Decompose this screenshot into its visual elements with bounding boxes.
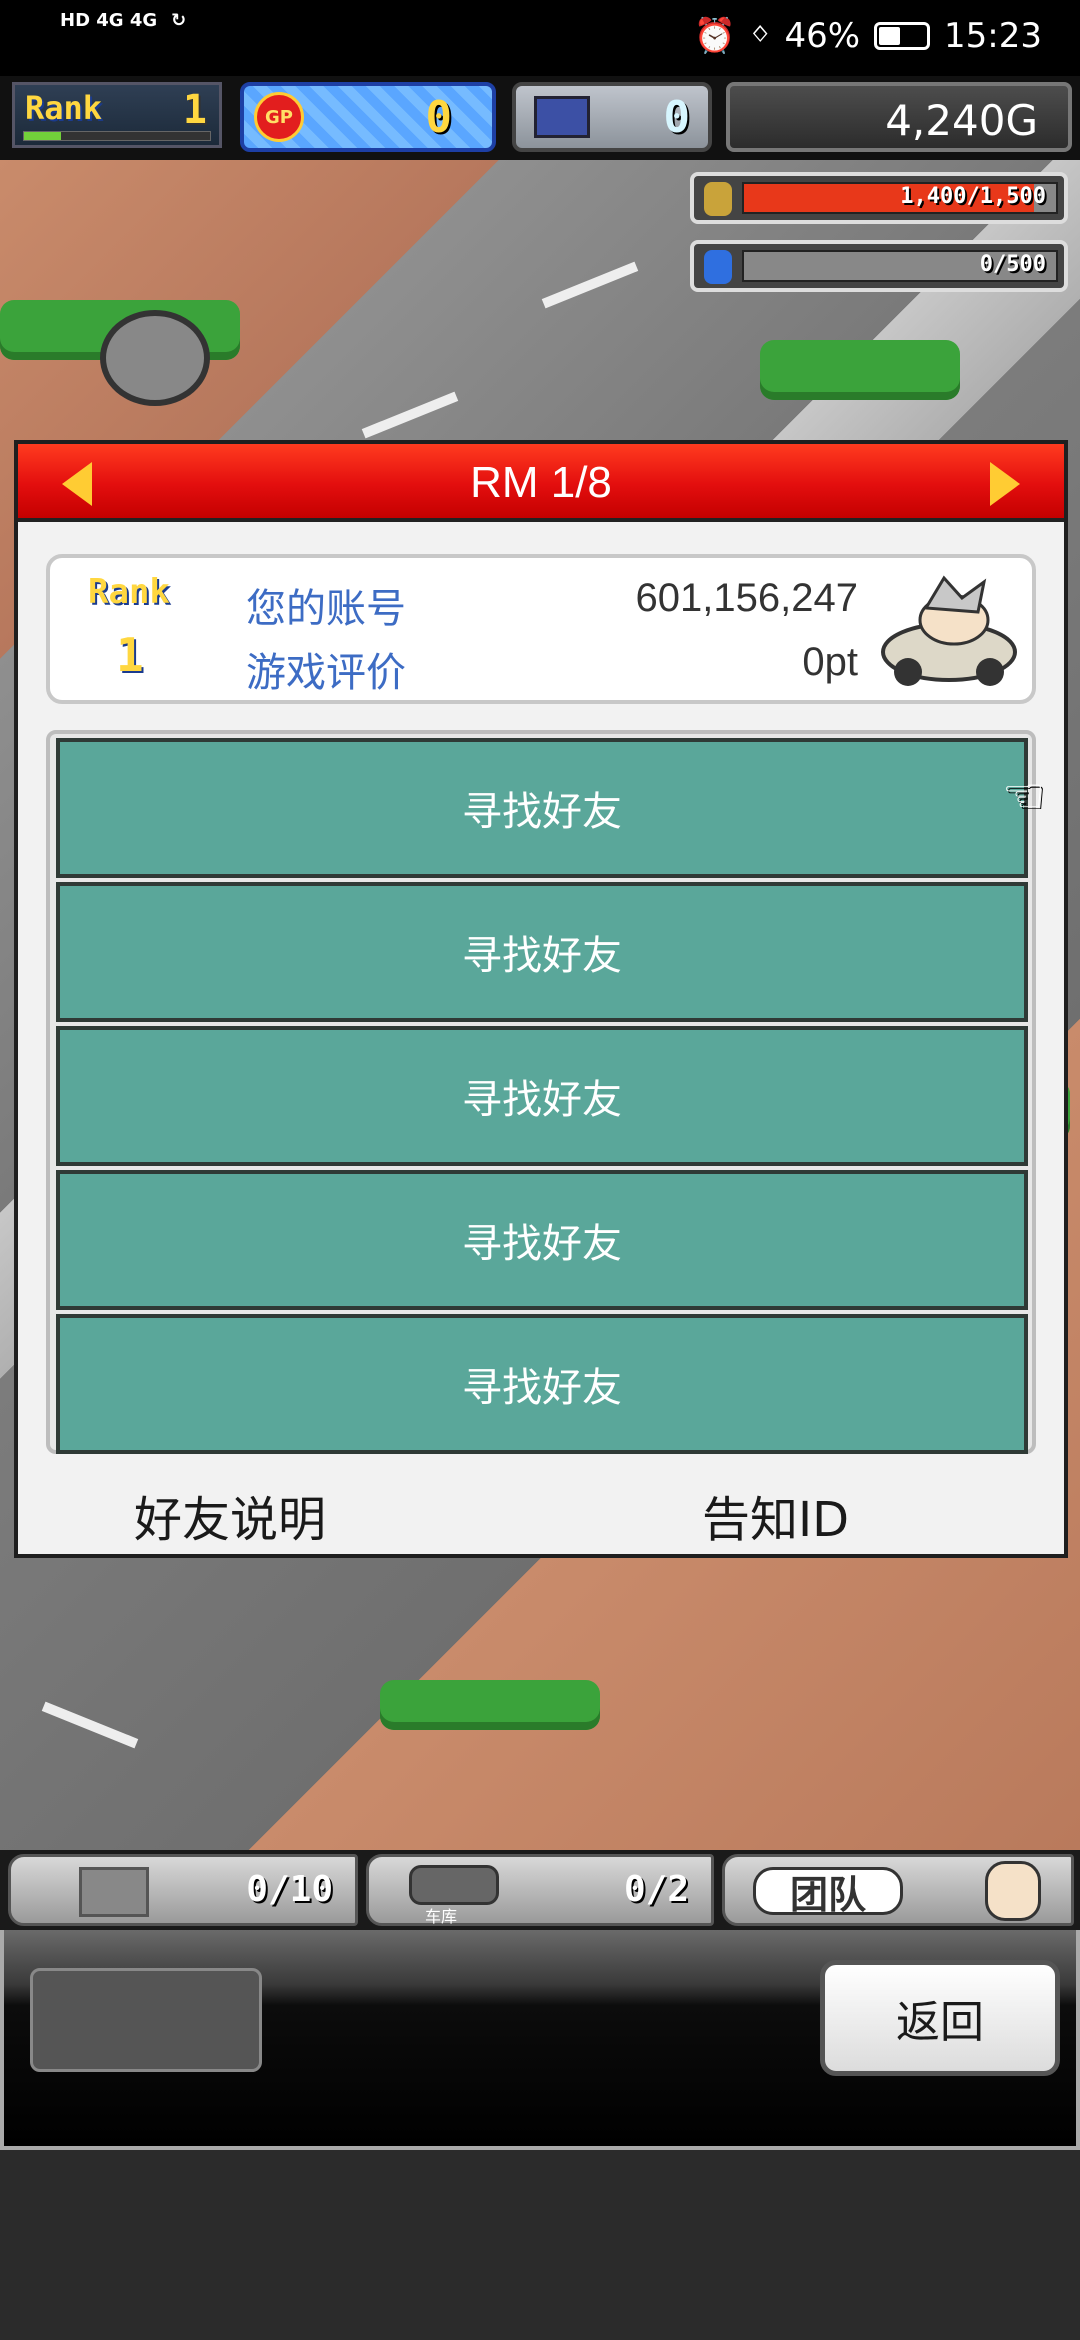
status-bar: HD 4G 4G ↻ ⏰ ᛜ 46% 15:23: [0, 0, 1080, 76]
battery-percent: 46%: [784, 16, 861, 56]
fuel-can-icon: [704, 182, 732, 216]
info-rank-value: 1: [116, 628, 144, 682]
find-friend-button[interactable]: 寻找好友: [56, 738, 1028, 878]
gp-box[interactable]: GP 0: [240, 82, 496, 152]
gp-coin-icon: GP: [254, 92, 304, 142]
find-friend-button[interactable]: 寻找好友: [56, 1314, 1028, 1454]
gp-value: 0: [425, 92, 453, 143]
rank-progress-bar: [23, 131, 211, 141]
rank-label: Rank: [25, 89, 103, 127]
crate-icon: [79, 1867, 149, 1917]
friends-dialog: RM 1/8 Rank 1 您的账号 601,156,247 游戏评价 0pt …: [14, 440, 1068, 1558]
bluetooth-icon: ᛜ: [750, 16, 771, 56]
dialog-header: RM 1/8: [18, 444, 1064, 522]
friend-list: 寻找好友 寻找好友 寻找好友 寻找好友 寻找好友: [46, 730, 1036, 1454]
status-right: ⏰ ᛜ 46% 15:23: [694, 16, 1042, 56]
road-marking: [41, 1701, 139, 1749]
sync-icon: ↻: [171, 10, 187, 31]
info-rank-label: Rank: [88, 572, 170, 612]
hedge: [760, 340, 960, 400]
fuel-text: 1,400/1,500: [900, 184, 1046, 209]
find-friend-button[interactable]: 寻找好友: [56, 882, 1028, 1022]
blue-text: 0/500: [979, 252, 1046, 277]
bottom-status-bar: 0/10 车库 0/2 团队: [0, 1850, 1080, 1930]
team-button[interactable]: 团队: [722, 1854, 1074, 1926]
rating-label: 游戏评价: [246, 650, 406, 696]
signal-indicators: HD 4G 4G ↻: [60, 10, 186, 31]
find-friend-button[interactable]: 寻找好友: [56, 1170, 1028, 1310]
control-panel: 返回: [0, 1930, 1080, 2150]
friend-explanation-button[interactable]: 好友说明: [134, 1480, 326, 1550]
account-value: 601,156,247: [635, 576, 858, 620]
hedge: [380, 1680, 600, 1730]
blue-bottle-icon: [704, 250, 732, 284]
player-car-avatar: [881, 575, 1017, 686]
road-marking: [541, 261, 639, 309]
rank-box[interactable]: Rank 1: [12, 82, 222, 148]
gold-display: 4,240G: [726, 82, 1072, 152]
garage-counter[interactable]: 车库 0/2: [366, 1854, 714, 1926]
account-label: 您的账号: [246, 586, 406, 632]
empty-slot: [30, 1968, 262, 2072]
dialog-footer: 好友说明 告知ID: [18, 1466, 1064, 1556]
crate-counter[interactable]: 0/10: [8, 1854, 358, 1926]
dialog-title: RM 1/8: [470, 458, 612, 507]
clock: 15:23: [944, 16, 1042, 56]
rank-value: 1: [182, 87, 207, 133]
crate-value: 0/10: [246, 1869, 333, 1910]
team-label: 团队: [753, 1867, 903, 1917]
battery-fill: [879, 27, 901, 45]
network-status: HD 4G 4G: [60, 10, 158, 31]
garage-car-icon: [409, 1865, 499, 1905]
rank-progress-fill: [24, 132, 62, 140]
team-member-avatar: [985, 1861, 1041, 1921]
battery-icon: [874, 22, 931, 50]
computer-icon: [534, 96, 590, 138]
research-box[interactable]: 0: [512, 82, 712, 152]
player-info-card: Rank 1 您的账号 601,156,247 游戏评价 0pt: [46, 554, 1036, 704]
pointing-hand-icon: ☜: [1002, 768, 1046, 824]
rating-value: 0pt: [802, 640, 858, 684]
game-hud: Rank 1 GP 0 0 4,240G: [0, 76, 1080, 160]
blue-resource-bar: 0/500: [690, 240, 1068, 292]
garage-map-icon[interactable]: [100, 310, 210, 406]
fuel-bar: 1,400/1,500: [690, 172, 1068, 224]
next-page-arrow-icon[interactable]: [990, 462, 1020, 506]
road-marking: [361, 391, 459, 439]
garage-value: 0/2: [623, 1869, 689, 1910]
alarm-icon: ⏰: [693, 16, 737, 56]
garage-label: 车库: [425, 1907, 458, 1926]
notify-id-button[interactable]: 告知ID: [702, 1480, 849, 1550]
back-button[interactable]: 返回: [820, 1960, 1060, 2076]
research-value: 0: [663, 92, 691, 143]
find-friend-button[interactable]: 寻找好友: [56, 1026, 1028, 1166]
lower-area: [0, 2150, 1080, 2340]
